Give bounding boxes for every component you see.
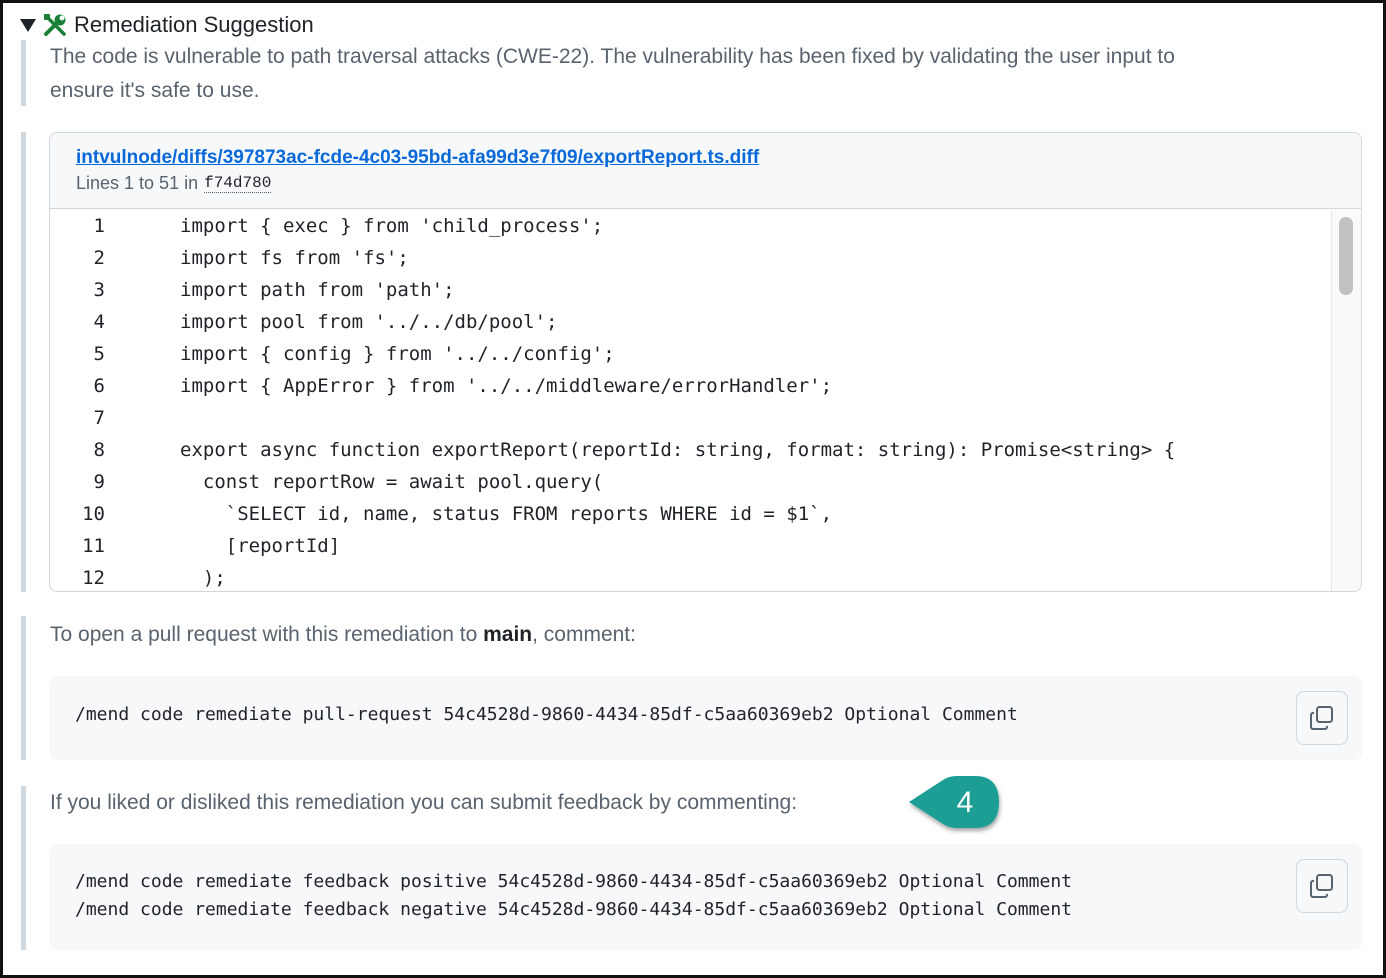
- line-number: 4: [93, 311, 105, 333]
- collapse-triangle-icon[interactable]: [20, 18, 36, 32]
- pr-prefix: To open a pull request with this remedia…: [50, 623, 484, 646]
- diff-file-link[interactable]: intvulnode/diffs/397873ac-fcde-4c03-95bd…: [76, 147, 1335, 169]
- tools-icon: [44, 14, 66, 36]
- code-text: import pool from '../../db/pool';: [180, 311, 558, 333]
- pull-request-command[interactable]: /mend code remediate pull-request 54c452…: [75, 704, 1018, 725]
- code-line: 10 `SELECT id, name, status FROM reports…: [50, 498, 1332, 530]
- line-number: 5: [93, 343, 105, 365]
- code-line: 4 import pool from '../../db/pool';: [50, 306, 1332, 338]
- line-number: 9: [93, 471, 105, 493]
- code-line: 1 import { exec } from 'child_process';: [50, 210, 1332, 242]
- pull-request-instructions: To open a pull request with this remedia…: [50, 618, 636, 652]
- feedback-instructions: If you liked or disliked this remediatio…: [50, 791, 798, 814]
- line-number: 6: [93, 375, 105, 397]
- section-header[interactable]: Remediation Suggestion: [20, 10, 314, 40]
- feedback-positive-command[interactable]: /mend code remediate feedback positive 5…: [75, 871, 1072, 892]
- code-text: );: [180, 567, 226, 589]
- description-line-1: The code is vulnerable to path traversal…: [50, 45, 1175, 68]
- code-text: import path from 'path';: [180, 279, 455, 301]
- code-text: export async function exportReport(repor…: [180, 439, 1176, 461]
- code-line: 8 export async function exportReport(repo…: [50, 434, 1332, 466]
- line-number: 8: [93, 439, 105, 461]
- copy-icon: [1310, 706, 1333, 730]
- callout-number: 4: [956, 786, 974, 819]
- pull-request-command-box: /mend code remediate pull-request 54c452…: [49, 676, 1362, 760]
- quote-bar: [21, 40, 26, 106]
- diff-card-header: intvulnode/diffs/397873ac-fcde-4c03-95bd…: [50, 133, 1361, 209]
- code-line: 3 import path from 'path';: [50, 274, 1332, 306]
- quote-bar: [21, 132, 26, 592]
- line-number: 1: [93, 215, 105, 237]
- copy-icon: [1310, 874, 1333, 898]
- line-number: 10: [82, 503, 105, 525]
- commit-sha[interactable]: f74d780: [204, 174, 272, 193]
- line-number: 11: [82, 535, 105, 557]
- branch-name: main: [483, 623, 533, 646]
- code-line: 6 import { AppError } from '../../middlew…: [50, 370, 1332, 402]
- line-number: 12: [82, 567, 105, 589]
- code-line: 2 import fs from 'fs';: [50, 242, 1332, 274]
- description-line-2: ensure it's safe to use.: [50, 79, 260, 102]
- code-text: import { exec } from 'child_process';: [180, 215, 604, 237]
- quote-bar: [21, 616, 26, 760]
- diff-card: intvulnode/diffs/397873ac-fcde-4c03-95bd…: [49, 132, 1362, 592]
- line-number: 7: [93, 407, 105, 429]
- code-scrollbar[interactable]: [1331, 210, 1361, 591]
- code-text: `SELECT id, name, status FROM reports WH…: [180, 503, 833, 525]
- quote-bar: [21, 786, 26, 950]
- code-line: 9 const reportRow = await pool.query(: [50, 466, 1332, 498]
- section-title: Remediation Suggestion: [74, 12, 314, 37]
- code-line: 12 );: [50, 562, 1332, 591]
- scrollbar-thumb[interactable]: [1339, 217, 1353, 295]
- code-text: import { AppError } from '../../middlewa…: [180, 375, 833, 397]
- feedback-negative-command[interactable]: /mend code remediate feedback negative 5…: [75, 899, 1072, 920]
- diff-lines-info: Lines 1 to 51 in f74d780: [76, 173, 1335, 194]
- code-text: import { config } from '../../config';: [180, 343, 615, 365]
- line-number: 2: [93, 247, 105, 269]
- code-text: const reportRow = await pool.query(: [180, 471, 604, 493]
- code-text: [reportId]: [180, 535, 341, 557]
- lines-label: Lines 1 to 51 in: [76, 173, 199, 193]
- line-number: 3: [93, 279, 105, 301]
- code-line: 11 [reportId]: [50, 530, 1332, 562]
- copy-button[interactable]: [1296, 859, 1348, 913]
- copy-button[interactable]: [1296, 691, 1348, 745]
- feedback-command-box: /mend code remediate feedback positive 5…: [49, 844, 1362, 950]
- code-line: 7: [50, 402, 1332, 434]
- code-line: 5 import { config } from '../../config';: [50, 338, 1332, 370]
- code-view: 1 import { exec } from 'child_process'; 2 i…: [50, 210, 1332, 591]
- pr-suffix: , comment:: [532, 623, 636, 646]
- code-text: import fs from 'fs';: [180, 247, 409, 269]
